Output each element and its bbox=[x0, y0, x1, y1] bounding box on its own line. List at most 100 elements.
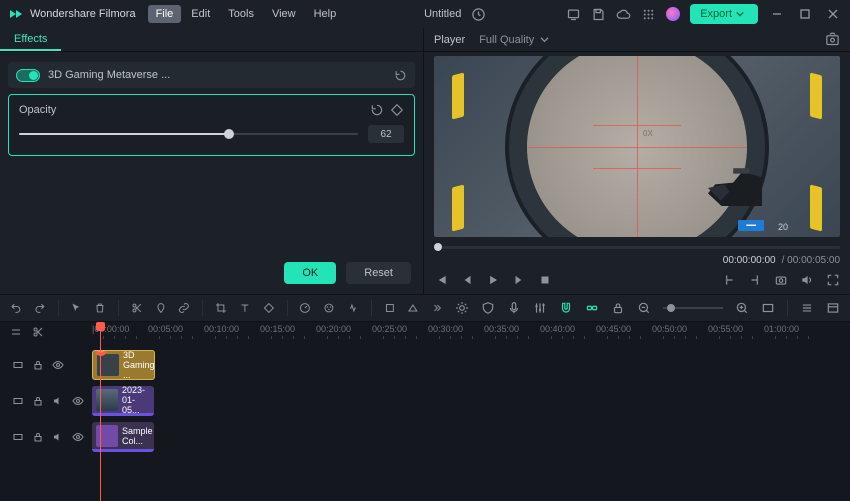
apps-icon[interactable] bbox=[641, 7, 656, 22]
track-mute-icon[interactable] bbox=[52, 431, 64, 443]
reset-button[interactable]: Reset bbox=[346, 262, 411, 284]
undo-icon[interactable] bbox=[10, 301, 22, 315]
volume-icon[interactable] bbox=[800, 273, 814, 287]
fullscreen-icon[interactable] bbox=[826, 273, 840, 287]
menu-file[interactable]: File bbox=[148, 5, 182, 23]
speed-icon[interactable] bbox=[299, 301, 311, 315]
window-minimize[interactable] bbox=[768, 5, 786, 23]
split-icon[interactable] bbox=[131, 301, 143, 315]
effect-toggle[interactable] bbox=[16, 69, 40, 82]
hud-badge: ━━ bbox=[738, 220, 764, 231]
ruler-mark: 00:50:00 bbox=[652, 324, 687, 334]
zoom-out-icon[interactable] bbox=[637, 301, 651, 315]
tracks: ✶3D Gaming ... 2023-01-05... Sample Col.… bbox=[0, 344, 850, 452]
track-settings-icon[interactable] bbox=[12, 395, 24, 407]
menu-tools[interactable]: Tools bbox=[220, 5, 262, 23]
more-icon[interactable] bbox=[431, 301, 443, 315]
track-eye-icon[interactable] bbox=[72, 395, 84, 407]
window-maximize[interactable] bbox=[796, 5, 814, 23]
shield-icon[interactable] bbox=[481, 301, 495, 315]
opacity-value[interactable]: 62 bbox=[368, 125, 404, 143]
device-icon[interactable] bbox=[566, 7, 581, 22]
keyframe-icon[interactable] bbox=[390, 103, 404, 117]
timeline-toolbar bbox=[0, 294, 850, 322]
timeline[interactable]: |00:00:0000:05:0000:10:0000:15:0000:20:0… bbox=[0, 322, 850, 479]
cloud-icon[interactable] bbox=[616, 7, 631, 22]
prev-clip-icon[interactable] bbox=[434, 273, 448, 287]
menu-view[interactable]: View bbox=[264, 5, 304, 23]
export-label: Export bbox=[700, 8, 732, 20]
track-add-icon[interactable] bbox=[10, 326, 22, 338]
list-icon[interactable] bbox=[800, 301, 814, 315]
player-controls bbox=[424, 266, 850, 294]
history-icon[interactable] bbox=[471, 7, 486, 22]
opacity-panel: Opacity 62 bbox=[8, 94, 415, 156]
track-settings-icon[interactable] bbox=[12, 431, 24, 443]
track-eye-icon[interactable] bbox=[52, 359, 64, 371]
step-back-icon[interactable] bbox=[460, 273, 474, 287]
text-icon[interactable] bbox=[239, 301, 251, 315]
clip-effect[interactable]: ✶3D Gaming ... bbox=[92, 350, 155, 380]
track-eye-icon[interactable] bbox=[72, 431, 84, 443]
tool-a-icon[interactable] bbox=[384, 301, 396, 315]
avatar[interactable] bbox=[666, 7, 680, 21]
track-settings-icon[interactable] bbox=[12, 359, 24, 371]
mark-in-icon[interactable] bbox=[722, 273, 736, 287]
mark-out-icon[interactable] bbox=[748, 273, 762, 287]
menu-help[interactable]: Help bbox=[306, 5, 345, 23]
export-button[interactable]: Export bbox=[690, 4, 758, 24]
keyframe-tool-icon[interactable] bbox=[263, 301, 275, 315]
reset-param-icon[interactable] bbox=[370, 103, 384, 117]
menu-edit[interactable]: Edit bbox=[183, 5, 218, 23]
capture-icon[interactable] bbox=[774, 273, 788, 287]
pointer-icon[interactable] bbox=[70, 301, 82, 315]
audio-edit-icon[interactable] bbox=[347, 301, 359, 315]
marker-icon[interactable] bbox=[155, 301, 167, 315]
delete-icon[interactable] bbox=[94, 301, 106, 315]
quality-select[interactable]: Full Quality bbox=[479, 34, 549, 46]
color-icon[interactable] bbox=[323, 301, 335, 315]
document-title: Untitled bbox=[424, 8, 461, 20]
ruler-mark: 00:45:00 bbox=[596, 324, 631, 334]
panel-icon[interactable] bbox=[826, 301, 840, 315]
track-lock-icon[interactable] bbox=[32, 431, 44, 443]
cut-tool-icon[interactable] bbox=[32, 326, 44, 338]
track-mute-icon[interactable] bbox=[52, 395, 64, 407]
stop-icon[interactable] bbox=[538, 273, 552, 287]
crop-icon[interactable] bbox=[215, 301, 227, 315]
lock-icon[interactable] bbox=[611, 301, 625, 315]
ok-button[interactable]: OK bbox=[284, 262, 336, 284]
ruler-mark: 01:00:00 bbox=[764, 324, 799, 334]
clip-label: 2023-01-05... bbox=[122, 386, 150, 415]
window-close[interactable] bbox=[824, 5, 842, 23]
save-icon[interactable] bbox=[591, 7, 606, 22]
step-fwd-icon[interactable] bbox=[512, 273, 526, 287]
opacity-slider[interactable] bbox=[19, 127, 358, 141]
redo-icon[interactable] bbox=[34, 301, 46, 315]
enhance-icon[interactable] bbox=[455, 301, 469, 315]
zoom-slider[interactable] bbox=[663, 307, 723, 309]
track-lock-icon[interactable] bbox=[32, 359, 44, 371]
ruler-mark: 00:10:00 bbox=[204, 324, 239, 334]
time-ruler[interactable]: |00:00:0000:05:0000:10:0000:15:0000:20:0… bbox=[0, 322, 850, 344]
magnet-icon[interactable] bbox=[559, 301, 573, 315]
preview-viewport[interactable]: 0X ━━ 20 bbox=[434, 56, 840, 237]
clip-video[interactable]: 2023-01-05... bbox=[92, 386, 154, 416]
clip-sample[interactable]: Sample Col... bbox=[92, 422, 154, 452]
app-logo bbox=[8, 6, 24, 22]
mic-icon[interactable] bbox=[507, 301, 521, 315]
refresh-icon[interactable] bbox=[394, 69, 407, 82]
fit-icon[interactable] bbox=[761, 301, 775, 315]
snapshot-icon[interactable] bbox=[825, 32, 840, 47]
link-icon[interactable] bbox=[178, 301, 190, 315]
track-lock-icon[interactable] bbox=[32, 395, 44, 407]
zoom-in-icon[interactable] bbox=[735, 301, 749, 315]
hud-scale: 20 bbox=[778, 222, 788, 232]
tool-b-icon[interactable] bbox=[407, 301, 419, 315]
mixer-icon[interactable] bbox=[533, 301, 547, 315]
link-snap-icon[interactable] bbox=[585, 301, 599, 315]
play-icon[interactable] bbox=[486, 273, 500, 287]
scrub-bar[interactable] bbox=[434, 241, 840, 253]
ruler-mark: 00:30:00 bbox=[428, 324, 463, 334]
tab-effects[interactable]: Effects bbox=[0, 28, 61, 51]
